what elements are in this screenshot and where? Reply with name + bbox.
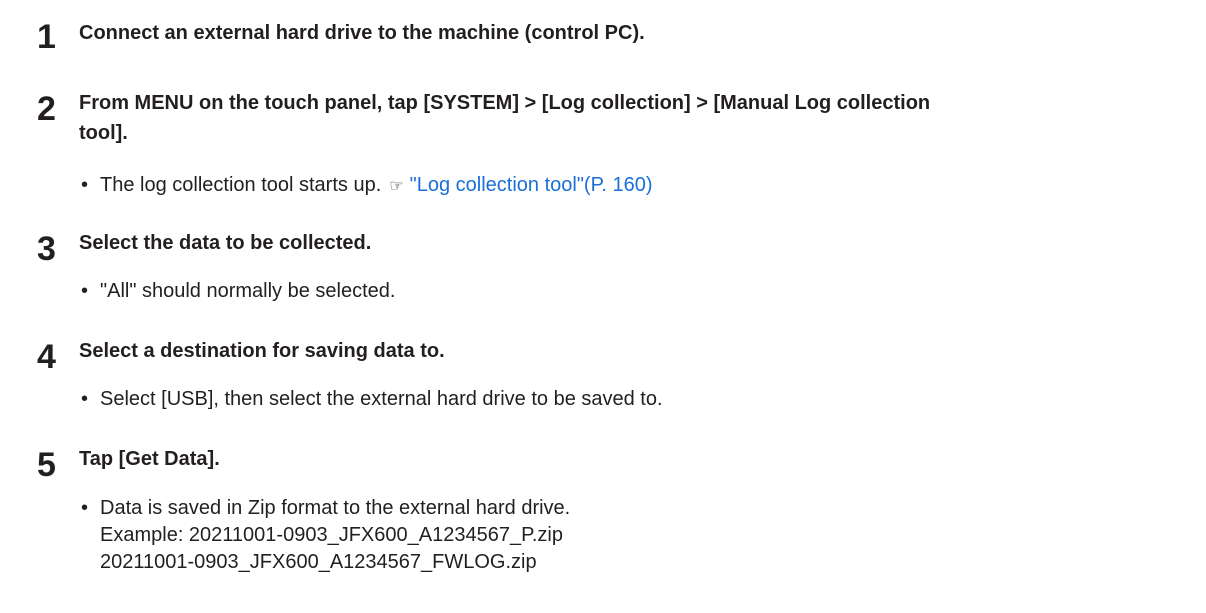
step-heading: Select the data to be collected. bbox=[79, 232, 372, 254]
bullet-text: Select [USB], then select the external h… bbox=[100, 388, 663, 410]
bullet-text: "All" should normally be selected. bbox=[100, 280, 396, 302]
bullet-text: The log collection tool starts up. bbox=[100, 174, 382, 196]
bullet-dot: • bbox=[81, 497, 89, 519]
step-heading: Tap [Get Data]. bbox=[79, 448, 220, 470]
step-number: 1 bbox=[37, 18, 56, 56]
step-heading: Select a destination for saving data to. bbox=[79, 340, 445, 362]
bullet-dot: • bbox=[81, 388, 89, 410]
step-heading: Connect an external hard drive to the ma… bbox=[79, 22, 645, 44]
step-heading-line: From MENU on the touch panel, tap [SYSTE… bbox=[79, 92, 931, 114]
step-heading: From MENU on the touch panel, tap [SYSTE… bbox=[79, 88, 1189, 148]
step-heading-line: tool]. bbox=[79, 122, 128, 144]
bullet-text: Data is saved in Zip format to the exter… bbox=[100, 497, 571, 519]
example-filename: 20211001-0903_JFX600_A1234567_FWLOG.zip bbox=[100, 551, 537, 573]
example-filename: Example: 20211001-0903_JFX600_A1234567_P… bbox=[100, 524, 563, 546]
log-collection-tool-link[interactable]: "Log collection tool"(P. 160) bbox=[410, 174, 653, 196]
step-number: 5 bbox=[37, 446, 56, 484]
step-number: 2 bbox=[37, 90, 56, 128]
step-number: 4 bbox=[37, 338, 56, 376]
reference-icon: ☞ bbox=[389, 178, 404, 195]
bullet-dot: • bbox=[81, 280, 89, 302]
step-number: 3 bbox=[37, 230, 56, 268]
bullet-dot: • bbox=[81, 174, 89, 196]
